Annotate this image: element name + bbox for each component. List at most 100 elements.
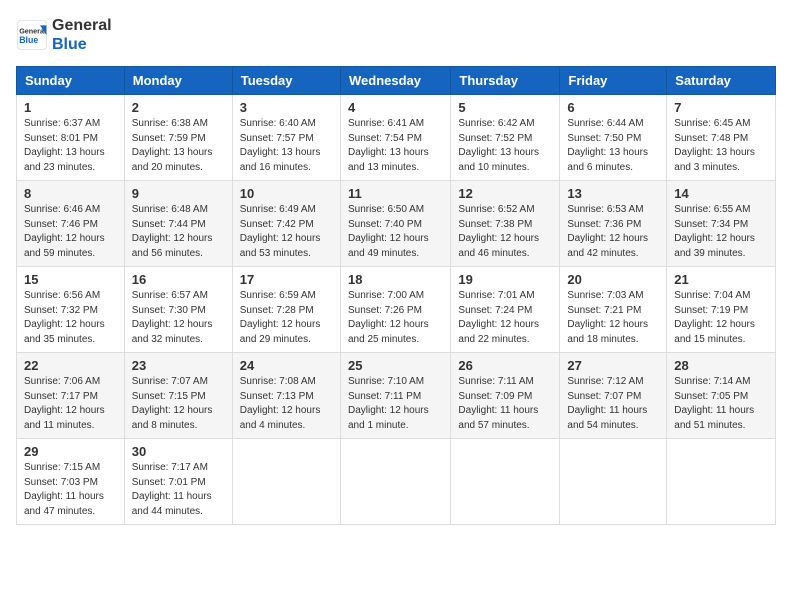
day-number: 14 bbox=[674, 186, 768, 201]
header-friday: Friday bbox=[560, 67, 667, 95]
calendar-cell: 29 Sunrise: 7:15 AMSunset: 7:03 PMDayligh… bbox=[17, 439, 125, 525]
day-info: Sunrise: 6:42 AMSunset: 7:52 PMDaylight:… bbox=[458, 117, 552, 175]
day-info: Sunrise: 6:41 AMSunset: 7:54 PMDaylight:… bbox=[348, 117, 443, 175]
week-row-4: 22 Sunrise: 7:06 AMSunset: 7:17 PMDayligh… bbox=[17, 353, 776, 439]
day-info: Sunrise: 6:49 AMSunset: 7:42 PMDaylight:… bbox=[240, 203, 333, 261]
day-info: Sunrise: 6:53 AMSunset: 7:36 PMDaylight:… bbox=[567, 203, 659, 261]
header-saturday: Saturday bbox=[667, 67, 776, 95]
calendar-cell: 4 Sunrise: 6:41 AMSunset: 7:54 PMDaylight… bbox=[340, 95, 450, 181]
day-number: 3 bbox=[240, 100, 333, 115]
calendar-cell: 2 Sunrise: 6:38 AMSunset: 7:59 PMDaylight… bbox=[124, 95, 232, 181]
day-info: Sunrise: 7:15 AMSunset: 7:03 PMDaylight:… bbox=[24, 461, 117, 519]
day-info: Sunrise: 7:10 AMSunset: 7:11 PMDaylight:… bbox=[348, 375, 443, 433]
logo: General Blue General Blue bbox=[16, 16, 112, 54]
calendar-cell bbox=[560, 439, 667, 525]
day-number: 20 bbox=[567, 272, 659, 287]
day-info: Sunrise: 6:38 AMSunset: 7:59 PMDaylight:… bbox=[132, 117, 225, 175]
day-info: Sunrise: 7:07 AMSunset: 7:15 PMDaylight:… bbox=[132, 375, 225, 433]
calendar-cell: 25 Sunrise: 7:10 AMSunset: 7:11 PMDayligh… bbox=[340, 353, 450, 439]
calendar-cell: 21 Sunrise: 7:04 AMSunset: 7:19 PMDayligh… bbox=[667, 267, 776, 353]
calendar-cell: 24 Sunrise: 7:08 AMSunset: 7:13 PMDayligh… bbox=[232, 353, 340, 439]
day-number: 2 bbox=[132, 100, 225, 115]
logo-blue: Blue bbox=[52, 36, 87, 53]
day-number: 22 bbox=[24, 358, 117, 373]
day-info: Sunrise: 6:44 AMSunset: 7:50 PMDaylight:… bbox=[567, 117, 659, 175]
calendar-cell: 23 Sunrise: 7:07 AMSunset: 7:15 PMDayligh… bbox=[124, 353, 232, 439]
calendar-cell: 28 Sunrise: 7:14 AMSunset: 7:05 PMDayligh… bbox=[667, 353, 776, 439]
calendar-cell: 9 Sunrise: 6:48 AMSunset: 7:44 PMDaylight… bbox=[124, 181, 232, 267]
logo-text-block: General Blue bbox=[52, 16, 112, 54]
day-number: 25 bbox=[348, 358, 443, 373]
day-info: Sunrise: 6:59 AMSunset: 7:28 PMDaylight:… bbox=[240, 289, 333, 347]
day-number: 15 bbox=[24, 272, 117, 287]
calendar-cell: 20 Sunrise: 7:03 AMSunset: 7:21 PMDayligh… bbox=[560, 267, 667, 353]
calendar-cell: 10 Sunrise: 6:49 AMSunset: 7:42 PMDayligh… bbox=[232, 181, 340, 267]
day-number: 24 bbox=[240, 358, 333, 373]
day-info: Sunrise: 6:46 AMSunset: 7:46 PMDaylight:… bbox=[24, 203, 117, 261]
day-info: Sunrise: 6:57 AMSunset: 7:30 PMDaylight:… bbox=[132, 289, 225, 347]
calendar-cell: 14 Sunrise: 6:55 AMSunset: 7:34 PMDayligh… bbox=[667, 181, 776, 267]
calendar-cell bbox=[232, 439, 340, 525]
day-number: 26 bbox=[458, 358, 552, 373]
day-info: Sunrise: 6:37 AMSunset: 8:01 PMDaylight:… bbox=[24, 117, 117, 175]
header-wednesday: Wednesday bbox=[340, 67, 450, 95]
calendar-cell: 27Sunrise: 7:12 AMSunset: 7:07 PMDayligh… bbox=[560, 353, 667, 439]
day-info: Sunrise: 6:40 AMSunset: 7:57 PMDaylight:… bbox=[240, 117, 333, 175]
day-number: 21 bbox=[674, 272, 768, 287]
day-number: 18 bbox=[348, 272, 443, 287]
day-info: Sunrise: 7:14 AMSunset: 7:05 PMDaylight:… bbox=[674, 375, 768, 433]
day-number: 1 bbox=[24, 100, 117, 115]
day-number: 17 bbox=[240, 272, 333, 287]
day-info: Sunrise: 7:17 AMSunset: 7:01 PMDaylight:… bbox=[132, 461, 225, 519]
day-info: Sunrise: 6:48 AMSunset: 7:44 PMDaylight:… bbox=[132, 203, 225, 261]
day-number: 9 bbox=[132, 186, 225, 201]
day-info: Sunrise: 6:55 AMSunset: 7:34 PMDaylight:… bbox=[674, 203, 768, 261]
calendar-cell: 3 Sunrise: 6:40 AMSunset: 7:57 PMDaylight… bbox=[232, 95, 340, 181]
day-info: Sunrise: 7:12 AMSunset: 7:07 PMDaylight:… bbox=[567, 375, 659, 433]
day-number: 7 bbox=[674, 100, 768, 115]
week-row-3: 15 Sunrise: 6:56 AMSunset: 7:32 PMDayligh… bbox=[17, 267, 776, 353]
calendar-table: SundayMondayTuesdayWednesdayThursdayFrid… bbox=[16, 66, 776, 525]
day-info: Sunrise: 7:08 AMSunset: 7:13 PMDaylight:… bbox=[240, 375, 333, 433]
logo-general: General bbox=[52, 17, 112, 34]
page-header: General Blue General Blue bbox=[16, 16, 776, 54]
day-number: 11 bbox=[348, 186, 443, 201]
day-number: 29 bbox=[24, 444, 117, 459]
day-info: Sunrise: 6:52 AMSunset: 7:38 PMDaylight:… bbox=[458, 203, 552, 261]
day-number: 12 bbox=[458, 186, 552, 201]
calendar-cell: 6Sunrise: 6:44 AMSunset: 7:50 PMDaylight… bbox=[560, 95, 667, 181]
day-info: Sunrise: 6:45 AMSunset: 7:48 PMDaylight:… bbox=[674, 117, 768, 175]
calendar-cell bbox=[451, 439, 560, 525]
day-number: 28 bbox=[674, 358, 768, 373]
calendar-cell bbox=[667, 439, 776, 525]
calendar-cell bbox=[340, 439, 450, 525]
day-number: 13 bbox=[567, 186, 659, 201]
calendar-cell: 26Sunrise: 7:11 AMSunset: 7:09 PMDayligh… bbox=[451, 353, 560, 439]
calendar-cell: 8 Sunrise: 6:46 AMSunset: 7:46 PMDaylight… bbox=[17, 181, 125, 267]
calendar-cell: 22 Sunrise: 7:06 AMSunset: 7:17 PMDayligh… bbox=[17, 353, 125, 439]
week-row-5: 29 Sunrise: 7:15 AMSunset: 7:03 PMDayligh… bbox=[17, 439, 776, 525]
week-row-2: 8 Sunrise: 6:46 AMSunset: 7:46 PMDaylight… bbox=[17, 181, 776, 267]
week-row-1: 1 Sunrise: 6:37 AMSunset: 8:01 PMDaylight… bbox=[17, 95, 776, 181]
calendar-cell: 7 Sunrise: 6:45 AMSunset: 7:48 PMDaylight… bbox=[667, 95, 776, 181]
day-info: Sunrise: 7:04 AMSunset: 7:19 PMDaylight:… bbox=[674, 289, 768, 347]
calendar-cell: 13 Sunrise: 6:53 AMSunset: 7:36 PMDayligh… bbox=[560, 181, 667, 267]
day-number: 10 bbox=[240, 186, 333, 201]
calendar-cell: 18Sunrise: 7:00 AMSunset: 7:26 PMDayligh… bbox=[340, 267, 450, 353]
day-number: 23 bbox=[132, 358, 225, 373]
day-number: 8 bbox=[24, 186, 117, 201]
calendar-cell: 1 Sunrise: 6:37 AMSunset: 8:01 PMDaylight… bbox=[17, 95, 125, 181]
calendar-cell: 30Sunrise: 7:17 AMSunset: 7:01 PMDayligh… bbox=[124, 439, 232, 525]
calendar-cell: 19Sunrise: 7:01 AMSunset: 7:24 PMDayligh… bbox=[451, 267, 560, 353]
day-info: Sunrise: 7:03 AMSunset: 7:21 PMDaylight:… bbox=[567, 289, 659, 347]
header-monday: Monday bbox=[124, 67, 232, 95]
day-info: Sunrise: 7:06 AMSunset: 7:17 PMDaylight:… bbox=[24, 375, 117, 433]
day-number: 19 bbox=[458, 272, 552, 287]
day-number: 4 bbox=[348, 100, 443, 115]
logo-icon: General Blue bbox=[16, 19, 48, 51]
header-thursday: Thursday bbox=[451, 67, 560, 95]
day-info: Sunrise: 6:56 AMSunset: 7:32 PMDaylight:… bbox=[24, 289, 117, 347]
calendar-cell: 16 Sunrise: 6:57 AMSunset: 7:30 PMDayligh… bbox=[124, 267, 232, 353]
calendar-cell: 15 Sunrise: 6:56 AMSunset: 7:32 PMDayligh… bbox=[17, 267, 125, 353]
day-number: 16 bbox=[132, 272, 225, 287]
